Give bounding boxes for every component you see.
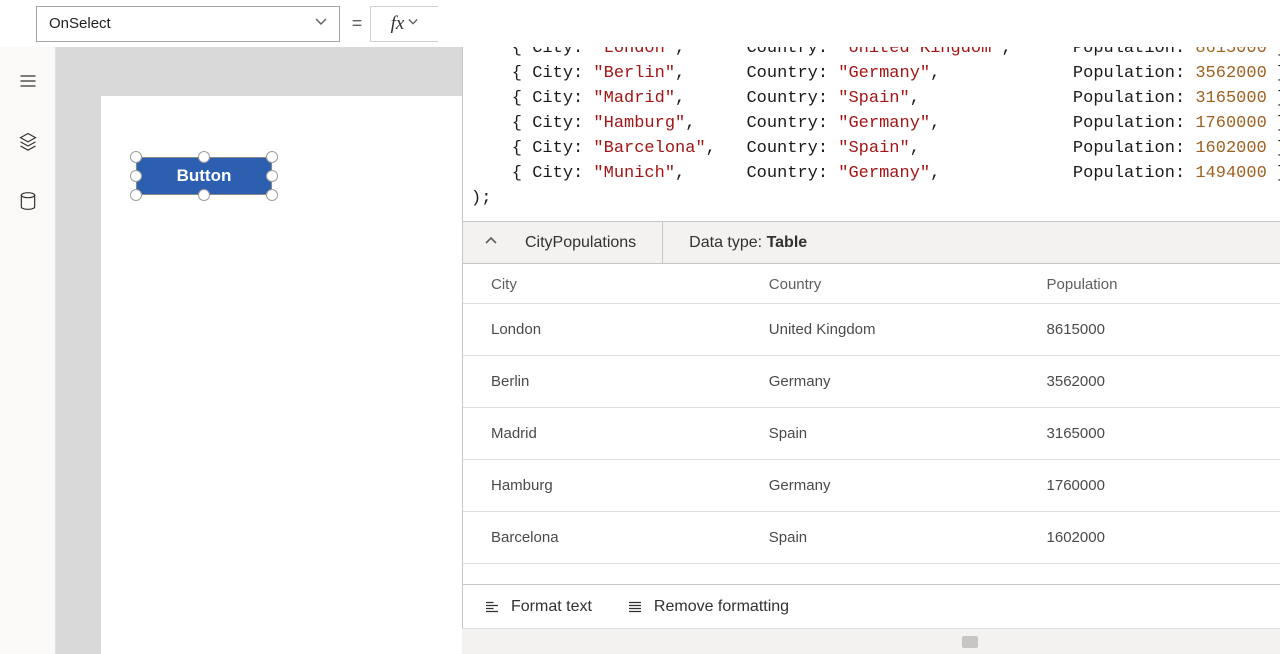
remove-formatting-icon: [626, 598, 644, 616]
datatype-value: Table: [767, 234, 808, 251]
table-row[interactable]: LondonUnited Kingdom8615000: [463, 304, 1280, 356]
resize-handle-ne[interactable]: [266, 151, 278, 163]
table-cell: London: [463, 304, 741, 356]
layers-icon[interactable]: [16, 129, 40, 153]
table-header: Country: [741, 264, 1019, 304]
table-cell: 1760000: [1019, 460, 1280, 512]
resize-handle-sw[interactable]: [130, 189, 142, 201]
table-row[interactable]: BerlinGermany3562000: [463, 356, 1280, 408]
remove-formatting-button[interactable]: Remove formatting: [626, 598, 789, 616]
table-cell: Spain: [741, 408, 1019, 460]
divider: [662, 222, 663, 263]
format-text-icon: [483, 598, 501, 616]
result-meta-bar: CityPopulations Data type: Table: [463, 221, 1280, 264]
hamburger-icon[interactable]: [16, 69, 40, 93]
canvas-gutter: [56, 47, 101, 654]
fx-dropdown[interactable]: fx: [370, 6, 438, 42]
fx-label: fx: [391, 13, 405, 35]
resize-handle-s[interactable]: [198, 189, 210, 201]
selected-control[interactable]: Button: [128, 149, 280, 203]
chevron-down-icon: [408, 17, 418, 30]
table-cell: Germany: [741, 356, 1019, 408]
canvas-button-label: Button: [177, 166, 232, 186]
format-text-button[interactable]: Format text: [483, 598, 592, 616]
equals-label: =: [346, 13, 368, 34]
table-header: City: [463, 264, 741, 304]
formula-footer: Format text Remove formatting: [463, 584, 1280, 628]
table-cell: United Kingdom: [741, 304, 1019, 356]
resize-handle-se[interactable]: [266, 189, 278, 201]
resize-handle-e[interactable]: [266, 170, 278, 182]
formula-bar: OnSelect = fx: [0, 0, 1280, 47]
table-cell: 3165000: [1019, 408, 1280, 460]
table-row[interactable]: BarcelonaSpain1602000: [463, 512, 1280, 564]
resize-handle-n[interactable]: [198, 151, 210, 163]
result-table: CityCountryPopulation LondonUnited Kingd…: [463, 264, 1280, 564]
datatype-label: Data type:: [689, 234, 762, 251]
horizontal-scrollbar[interactable]: [462, 628, 1280, 654]
database-icon[interactable]: [16, 189, 40, 213]
table-row[interactable]: MadridSpain3165000: [463, 408, 1280, 460]
table-cell: 1602000: [1019, 512, 1280, 564]
canvas-area[interactable]: Button: [101, 47, 462, 654]
table-body: LondonUnited Kingdom8615000BerlinGermany…: [463, 304, 1280, 564]
property-selector-value: OnSelect: [49, 15, 111, 32]
table-cell: Madrid: [463, 408, 741, 460]
table-cell: 8615000: [1019, 304, 1280, 356]
remove-formatting-label: Remove formatting: [654, 598, 789, 616]
format-text-label: Format text: [511, 598, 592, 616]
chevron-up-icon[interactable]: [485, 235, 497, 250]
chevron-down-icon: [315, 15, 327, 32]
table-cell: Germany: [741, 460, 1019, 512]
table-header: Population: [1019, 264, 1280, 304]
resize-handle-nw[interactable]: [130, 151, 142, 163]
table-cell: 3562000: [1019, 356, 1280, 408]
table-row[interactable]: HamburgGermany1760000: [463, 460, 1280, 512]
table-cell: Hamburg: [463, 460, 741, 512]
table-cell: Barcelona: [463, 512, 741, 564]
table-cell: Berlin: [463, 356, 741, 408]
formula-panel: ClearCollect( CityPopulations, { City: "…: [462, 0, 1280, 628]
collection-name: CityPopulations: [525, 234, 636, 252]
left-rail: [0, 47, 56, 654]
result-table-scroller[interactable]: CityCountryPopulation LondonUnited Kingd…: [463, 264, 1280, 584]
table-cell: Spain: [741, 512, 1019, 564]
property-selector[interactable]: OnSelect: [36, 6, 340, 42]
resize-handle-w[interactable]: [130, 170, 142, 182]
table-header-row: CityCountryPopulation: [463, 264, 1280, 304]
